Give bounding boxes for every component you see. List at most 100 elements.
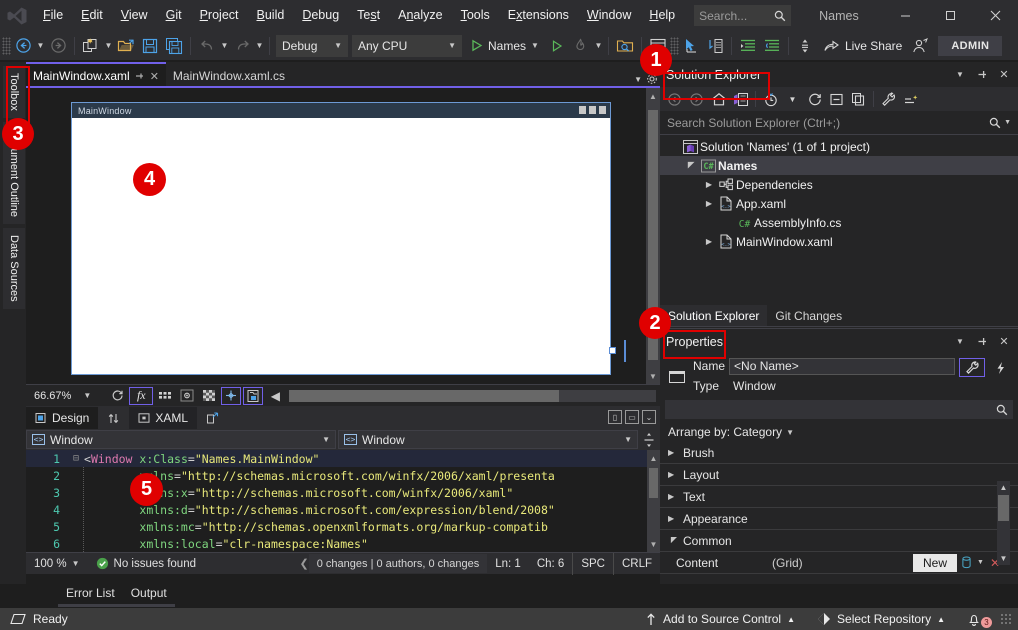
- undo-icon[interactable]: [195, 34, 219, 58]
- scroll-up-arrow[interactable]: ▲: [997, 481, 1010, 494]
- code-line[interactable]: 2 xmlns="http://schemas.microsoft.com/wi…: [26, 467, 660, 484]
- pin-icon[interactable]: [135, 71, 145, 81]
- selection-handle[interactable]: [609, 347, 616, 354]
- menu-file[interactable]: File: [34, 0, 72, 31]
- menu-project[interactable]: Project: [191, 0, 248, 31]
- tab-error-list[interactable]: Error List: [58, 584, 123, 604]
- step-into-icon[interactable]: [703, 34, 727, 58]
- scroll-up-arrow[interactable]: ▲: [646, 88, 660, 104]
- hot-reload-dropdown-icon[interactable]: ▼: [593, 41, 604, 50]
- close-icon[interactable]: ✕: [996, 67, 1012, 83]
- expanded-arrow-icon[interactable]: ◢: [668, 536, 677, 545]
- code-element-combo[interactable]: <> Window ▼: [338, 430, 638, 449]
- resource-icon[interactable]: [957, 556, 975, 569]
- new-project-icon[interactable]: [79, 34, 103, 58]
- tree-item[interactable]: ▶<.>MainWindow.xaml: [660, 232, 1018, 251]
- collapsed-arrow-icon[interactable]: ▶: [702, 199, 716, 208]
- chevron-down-icon[interactable]: ▼: [77, 387, 97, 405]
- new-project-dropdown-icon[interactable]: ▼: [103, 41, 114, 50]
- menu-build[interactable]: Build: [248, 0, 294, 31]
- platform-combo[interactable]: Any CPU ▼: [352, 35, 462, 57]
- notifications-button[interactable]: 3: [959, 608, 994, 630]
- add-to-source-control-button[interactable]: Add to Source Control ▲: [637, 608, 803, 630]
- scroll-down-arrow[interactable]: ▼: [646, 368, 660, 384]
- scrollbar-thumb[interactable]: [998, 495, 1009, 521]
- changes-status[interactable]: 0 changes | 0 authors, 0 changes: [309, 554, 487, 573]
- tab-xaml-view[interactable]: XAML: [129, 407, 197, 429]
- property-category[interactable]: ◢Common: [660, 530, 1018, 552]
- artboard-icon[interactable]: [221, 387, 241, 405]
- tab-git-changes[interactable]: Git Changes: [767, 305, 850, 326]
- collapsed-arrow-icon[interactable]: ▶: [668, 448, 677, 457]
- menu-debug[interactable]: Debug: [293, 0, 348, 31]
- chevron-down-icon[interactable]: ▼: [952, 334, 968, 350]
- menu-extensions[interactable]: Extensions: [499, 0, 578, 31]
- indent-icon[interactable]: [736, 34, 760, 58]
- collapsed-arrow-icon[interactable]: ▶: [702, 237, 716, 246]
- solution-explorer-search-input[interactable]: Search Solution Explorer (Ctrl+;): [667, 116, 989, 130]
- toggle-lines-icon[interactable]: [793, 34, 817, 58]
- scrollbar-thumb[interactable]: [649, 468, 658, 498]
- tab-output[interactable]: Output: [123, 584, 175, 604]
- play-outline-icon[interactable]: [545, 34, 569, 58]
- grid-icon[interactable]: [155, 387, 175, 405]
- global-search-input[interactable]: Search...: [699, 9, 774, 23]
- name-input[interactable]: <No Name>: [729, 358, 955, 375]
- tab-solution-explorer[interactable]: Solution Explorer: [660, 305, 767, 326]
- collapse-all-icon[interactable]: [826, 89, 847, 109]
- toolbar-grip-2[interactable]: [670, 37, 679, 55]
- code-line[interactable]: 3 xmlns:x="http://schemas.microsoft.com/…: [26, 484, 660, 501]
- redo-dropdown-icon[interactable]: ▼: [254, 41, 265, 50]
- hot-reload-icon[interactable]: [569, 34, 593, 58]
- properties-search[interactable]: [665, 400, 1013, 419]
- tree-item[interactable]: ▶<.>App.xaml: [660, 194, 1018, 213]
- property-category[interactable]: ▶Layout: [660, 464, 1018, 486]
- fold-toggle-icon[interactable]: ⊟: [68, 453, 84, 464]
- minimize-icon[interactable]: [883, 0, 928, 31]
- select-repository-button[interactable]: Select Repository ▲: [809, 608, 953, 630]
- chevron-down-icon[interactable]: ▼: [952, 67, 968, 83]
- designer-horizontal-scrollbar[interactable]: [289, 390, 656, 402]
- pin-icon[interactable]: [974, 67, 990, 83]
- split-vertical-icon[interactable]: ▯: [608, 410, 622, 424]
- menu-edit[interactable]: Edit: [72, 0, 112, 31]
- tab-mainwindow-xaml[interactable]: MainWindow.xaml ✕: [26, 62, 166, 88]
- code-line[interactable]: 5 xmlns:mc="http://schemas.openxmlformat…: [26, 518, 660, 535]
- designer-element-combo[interactable]: <> Window ▼: [26, 430, 336, 449]
- refresh-icon[interactable]: [804, 89, 825, 109]
- tab-design-view[interactable]: Design: [26, 407, 98, 429]
- toolbar-grip[interactable]: [2, 37, 11, 55]
- menu-help[interactable]: Help: [640, 0, 684, 31]
- menu-window[interactable]: Window: [578, 0, 640, 31]
- scroll-down-arrow[interactable]: ▼: [647, 536, 660, 552]
- code-line[interactable]: 4 xmlns:d="http://schemas.microsoft.com/…: [26, 501, 660, 518]
- disable-project-code-icon[interactable]: [243, 387, 263, 405]
- collapsed-arrow-icon[interactable]: ▶: [702, 180, 716, 189]
- pin-icon[interactable]: [974, 334, 990, 350]
- resize-grip[interactable]: [1000, 613, 1012, 625]
- snap-icon[interactable]: [177, 387, 197, 405]
- maximize-icon[interactable]: [928, 0, 973, 31]
- code-line[interactable]: 6 xmlns:local="clr-namespace:Names": [26, 535, 660, 552]
- spaces-indicator[interactable]: SPC: [572, 553, 614, 575]
- expanded-arrow-icon[interactable]: ◢: [684, 161, 698, 170]
- chevron-down-icon[interactable]: ▼: [634, 75, 642, 84]
- open-file-icon[interactable]: [114, 34, 138, 58]
- find-in-files-icon[interactable]: [613, 34, 637, 58]
- collapsed-arrow-icon[interactable]: ▶: [668, 470, 677, 479]
- save-icon[interactable]: [138, 34, 162, 58]
- scroll-down-arrow[interactable]: ▼: [997, 552, 1010, 565]
- tree-item[interactable]: ◢C#Names: [660, 156, 1018, 175]
- designer-vertical-scrollbar[interactable]: ▲ ▼: [646, 88, 660, 384]
- chevron-left-icon[interactable]: ❮: [300, 557, 309, 570]
- xaml-design-surface[interactable]: MainWindow ▲ ▼: [26, 88, 660, 384]
- live-share-button[interactable]: Live Share: [817, 34, 908, 58]
- opacity-checker-icon[interactable]: [199, 387, 219, 405]
- collapse-pane-icon[interactable]: ⌄: [642, 410, 656, 424]
- split-horizontal-icon[interactable]: ▭: [625, 410, 639, 424]
- properties-scrollbar[interactable]: ▲ ▼: [997, 481, 1010, 565]
- issues-status[interactable]: No issues found: [88, 553, 204, 575]
- arrange-by-control[interactable]: Arrange by: Category ▼: [660, 422, 1018, 442]
- wrench-icon[interactable]: [959, 358, 985, 377]
- configuration-combo[interactable]: Debug ▼: [276, 35, 348, 57]
